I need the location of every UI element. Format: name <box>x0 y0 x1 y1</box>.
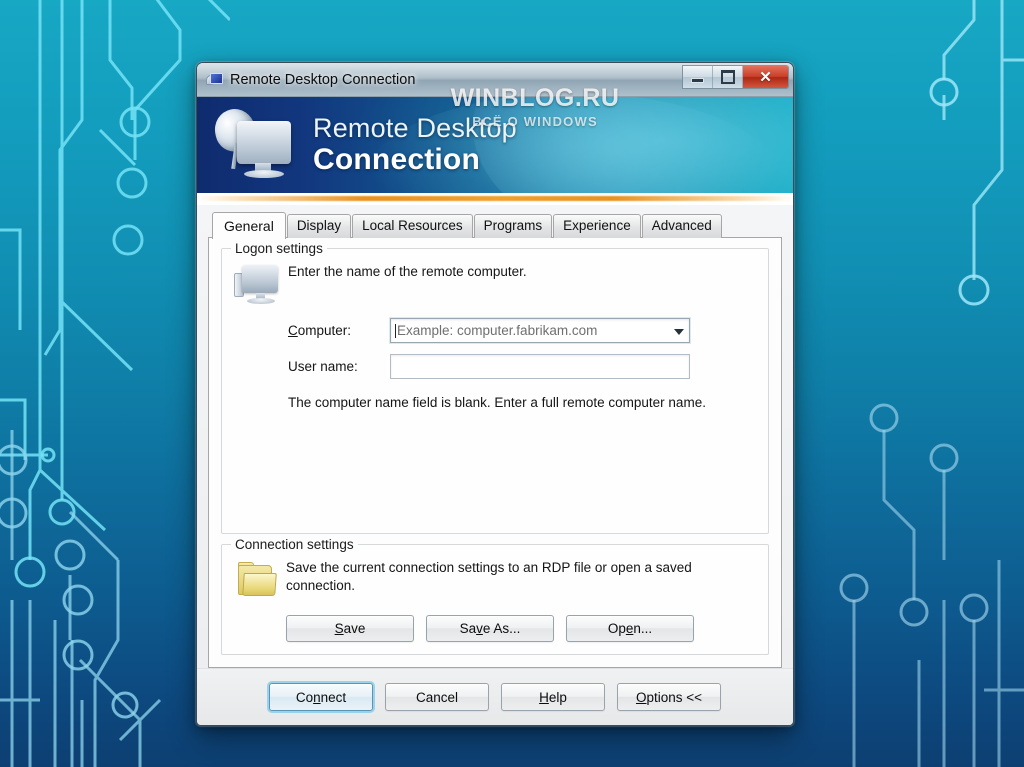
computer-monitor-icon <box>234 265 282 307</box>
connection-settings-title: Connection settings <box>231 537 358 552</box>
close-button[interactable]: ✕ <box>743 66 788 88</box>
username-label: User name: <box>288 359 358 374</box>
connect-button[interactable]: Connect <box>269 683 373 711</box>
connection-settings-description: Save the current connection settings to … <box>286 560 692 594</box>
tab-panel-general: Logon settings Enter the name of the rem… <box>208 237 782 668</box>
tab-general[interactable]: General <box>212 212 286 239</box>
save-as-button[interactable]: Save As... <box>426 615 554 642</box>
dialog-body: General Display Local Resources Programs… <box>197 205 793 668</box>
username-input[interactable] <box>390 354 690 379</box>
remote-desktop-connection-window: Remote Desktop Connection ✕ Remote Deskt… <box>196 62 794 726</box>
banner-accent-strip <box>197 193 793 205</box>
minimize-icon <box>692 78 703 82</box>
window-controls: ✕ <box>682 65 789 89</box>
tab-programs[interactable]: Programs <box>473 214 553 238</box>
computer-input[interactable]: Example: computer.fabrikam.com <box>390 318 690 343</box>
circuit-trace-decoration-right <box>839 0 1024 767</box>
text-caret <box>395 323 396 338</box>
chevron-down-icon[interactable] <box>674 328 684 335</box>
computer-field-row: Computer: Example: computer.fabrikam.com <box>288 318 756 343</box>
logon-settings-title: Logon settings <box>231 241 327 256</box>
window-titlebar[interactable]: Remote Desktop Connection ✕ <box>197 63 793 97</box>
desktop-background: Remote Desktop Connection ✕ Remote Deskt… <box>0 0 1024 767</box>
username-field-row: User name: <box>288 354 756 379</box>
maximize-button[interactable] <box>713 66 743 88</box>
save-button-label: Save <box>334 621 366 636</box>
open-button-label: Open... <box>607 621 653 636</box>
app-banner: Remote Desktop Connection <box>197 97 793 193</box>
options-button[interactable]: Options << <box>617 683 721 711</box>
tab-advanced[interactable]: Advanced <box>641 214 722 238</box>
banner-line-2: Connection <box>313 143 480 177</box>
open-button[interactable]: Open... <box>566 615 694 642</box>
folder-icon <box>234 561 280 603</box>
remote-desktop-banner-icon <box>211 103 299 187</box>
connect-button-label: Connect <box>295 689 347 705</box>
logon-settings-description: Enter the name of the remote computer. <box>288 264 527 279</box>
cancel-button-label: Cancel <box>415 689 459 705</box>
maximize-icon <box>720 70 735 84</box>
computer-input-placeholder: Example: computer.fabrikam.com <box>397 323 598 338</box>
options-button-label: Options << <box>635 689 703 705</box>
tab-experience[interactable]: Experience <box>553 214 641 238</box>
tab-display[interactable]: Display <box>286 214 352 238</box>
help-button-label: Help <box>539 689 567 705</box>
connection-settings-group: Connection settings Save the current con… <box>221 537 769 655</box>
help-button[interactable]: Help <box>501 683 605 711</box>
connection-settings-buttons: Save Save As... Open... <box>286 615 756 642</box>
banner-line-1: Remote Desktop <box>313 112 517 143</box>
window-title: Remote Desktop Connection <box>230 71 416 88</box>
cancel-button[interactable]: Cancel <box>385 683 489 711</box>
tab-local-resources[interactable]: Local Resources <box>352 214 473 238</box>
remote-desktop-icon <box>206 72 223 88</box>
tabstrip: General Display Local Resources Programs… <box>208 212 782 239</box>
dialog-footer: Connect Cancel Help Options << <box>197 668 793 725</box>
logon-settings-group: Logon settings Enter the name of the rem… <box>221 241 769 534</box>
minimize-button[interactable] <box>683 66 713 88</box>
computer-label: Computer: <box>288 323 352 338</box>
computer-name-hint: The computer name field is blank. Enter … <box>288 395 706 410</box>
save-button[interactable]: Save <box>286 615 414 642</box>
save-as-button-label: Save As... <box>459 621 521 636</box>
close-icon: ✕ <box>759 68 772 86</box>
